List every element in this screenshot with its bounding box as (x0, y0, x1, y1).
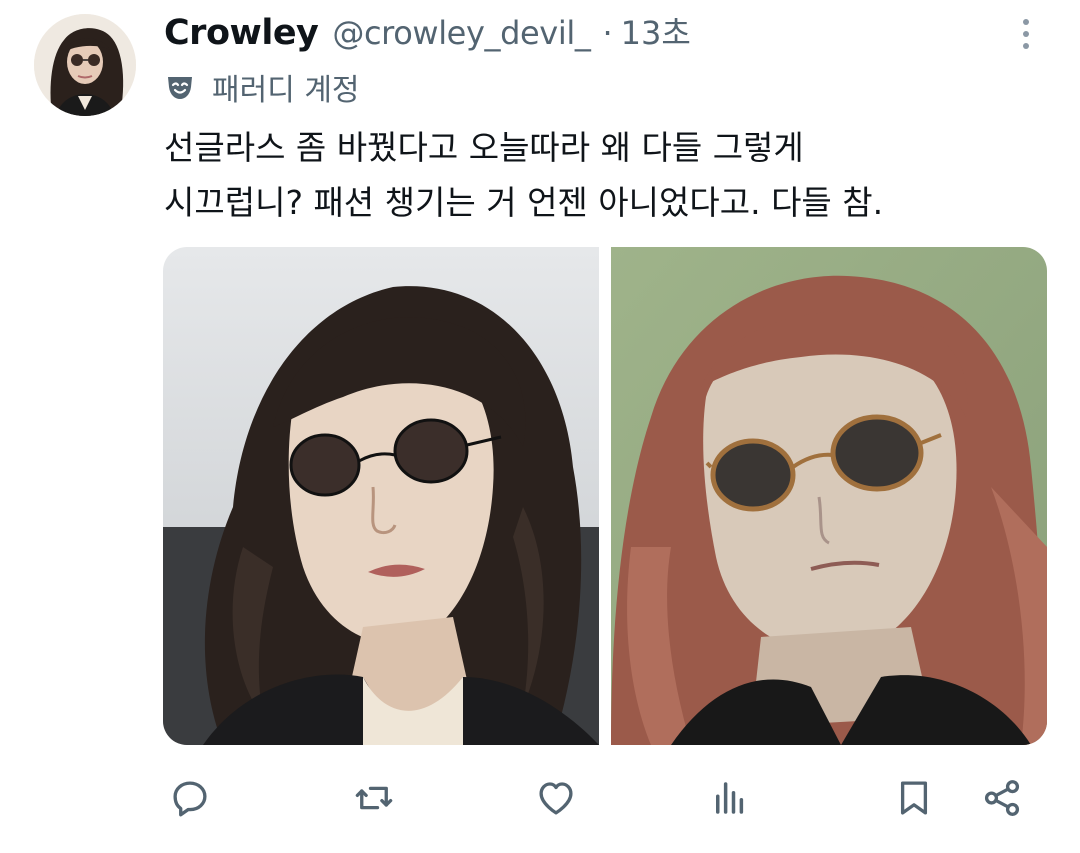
retweet-icon (355, 786, 393, 810)
reply-button[interactable] (166, 770, 214, 826)
action-bar (0, 770, 1080, 830)
photo-left[interactable] (163, 247, 599, 745)
reply-icon (173, 781, 207, 817)
retweet-button[interactable] (350, 770, 398, 826)
bookmark-button[interactable] (890, 770, 938, 826)
more-dot-icon (1023, 19, 1029, 25)
like-button[interactable] (532, 770, 580, 826)
tweet-text-line: 선글라스 좀 바꿨다고 오늘따라 왜 다들 그렇게 (164, 128, 804, 167)
views-button[interactable] (706, 770, 754, 826)
timestamp[interactable]: 13초 (621, 8, 691, 54)
parody-mask-icon (168, 77, 192, 99)
more-options-button[interactable] (1012, 14, 1040, 54)
views-icon (716, 782, 744, 814)
avatar[interactable] (34, 14, 136, 116)
share-icon (984, 780, 1020, 816)
bookmark-icon (900, 781, 928, 815)
account-label-text: 패러디 계정 (212, 73, 360, 108)
like-icon (539, 782, 573, 815)
photo-right[interactable] (611, 247, 1047, 745)
more-dot-icon (1023, 31, 1029, 37)
tweet-text-line: 시끄럽니? 패션 챙기는 거 언젠 아니었다고. 다들 참. (164, 183, 884, 222)
tweet-text: 선글라스 좀 바꿨다고 오늘따라 왜 다들 그렇게 시끄럽니? 패션 챙기는 거… (164, 120, 1044, 230)
separator-dot: · (602, 14, 613, 52)
author-name[interactable]: Crowley (164, 13, 319, 53)
share-button[interactable] (978, 770, 1026, 826)
account-label[interactable]: 패러디 계정 (164, 64, 360, 110)
author-handle[interactable]: @crowley_devil_ (332, 14, 590, 52)
more-dot-icon (1023, 43, 1029, 49)
tweet-header: Crowley @crowley_devil_ · 13초 (164, 8, 691, 54)
tweet: Crowley @crowley_devil_ · 13초 패러디 계정 선글라… (0, 0, 1080, 853)
media-grid (163, 247, 1047, 745)
